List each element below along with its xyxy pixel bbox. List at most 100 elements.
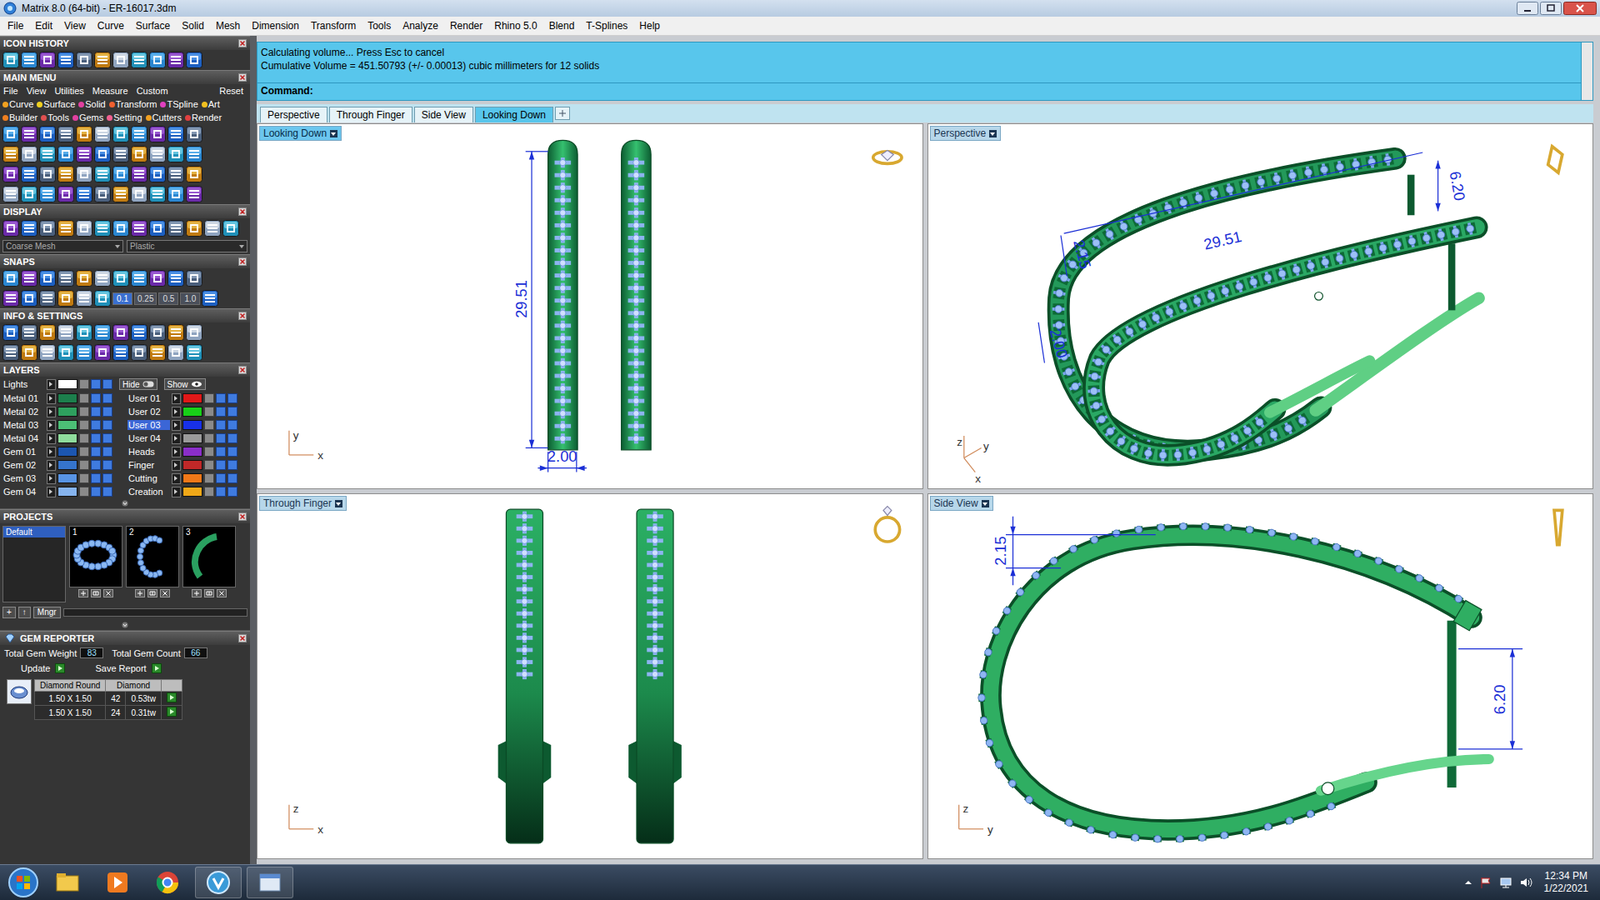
tool-icon[interactable] [112,145,130,163]
tool-icon[interactable] [39,125,56,143]
tool-icon[interactable] [112,344,130,361]
layer-color[interactable] [57,473,78,484]
maximize-icon[interactable] [1540,1,1562,15]
select-icon[interactable] [227,393,238,404]
tool-icon[interactable] [167,185,185,203]
project-button[interactable]: Mngr [33,606,61,619]
clock[interactable]: 12:34 PM1/22/2021 [1539,870,1594,895]
visibility-icon[interactable] [90,446,101,457]
select-icon[interactable] [227,406,238,417]
menu-item[interactable]: File [1,18,30,34]
viewport-scene[interactable]: 29.516.202.152.00zyx [928,124,1594,489]
volume-icon[interactable] [1519,875,1533,890]
expand-icon[interactable] [171,406,181,418]
command-prompt[interactable]: Command: [257,82,1581,100]
tool-icon[interactable] [112,125,130,143]
layer-color[interactable] [182,393,203,404]
taskbar-app[interactable] [95,867,140,898]
category-item[interactable]: Curve [2,99,34,110]
visibility-icon[interactable] [90,486,101,497]
close-window-icon[interactable] [1563,1,1597,15]
snap-step[interactable]: 1.0 [180,292,200,305]
category-item[interactable]: Surface [36,99,75,110]
category-item[interactable]: Art [201,99,220,110]
viewport-label[interactable]: Perspective [930,125,1002,141]
lock-icon[interactable] [79,446,90,457]
delete-icon[interactable] [160,589,170,598]
tool-icon[interactable] [130,185,148,203]
expand-icon[interactable] [46,433,56,445]
mesh-dropdown[interactable]: Coarse Mesh [2,240,124,253]
view-tab[interactable]: Perspective [260,106,328,123]
expand-icon[interactable] [171,446,181,458]
add-icon[interactable] [78,589,89,598]
tool-icon[interactable] [39,165,56,183]
project-scrollbar[interactable] [63,608,248,617]
tool-icon[interactable] [112,51,130,69]
tool-icon[interactable] [20,324,38,341]
menu-item[interactable]: Solid [175,18,210,34]
select-icon[interactable] [102,446,113,457]
tool-icon[interactable] [94,165,111,183]
layer-color[interactable] [182,486,203,497]
tool-icon[interactable] [2,324,20,341]
tool-icon[interactable] [149,165,166,183]
expand-icon[interactable] [171,460,181,471]
tool-icon[interactable] [75,165,93,183]
tool-icon[interactable] [149,185,166,203]
tool-icon[interactable] [57,125,75,143]
tool-icon[interactable] [39,51,56,69]
tool-icon[interactable] [112,165,130,183]
select-icon[interactable] [102,486,113,497]
close-icon[interactable] [238,207,247,216]
minimize-icon[interactable] [1516,1,1539,15]
tool-icon[interactable] [94,51,111,69]
tool-icon[interactable] [20,220,38,237]
viewport-label[interactable]: Through Finger [259,495,347,511]
snap-step[interactable]: 0.5 [158,292,179,305]
tool-icon[interactable] [112,220,130,237]
tool-icon[interactable] [75,125,93,143]
lock-icon[interactable] [204,406,215,417]
menu-item[interactable]: Dimension [245,18,305,34]
tool-icon[interactable] [75,344,93,361]
add-icon[interactable] [191,589,202,598]
lock-icon[interactable] [79,433,90,444]
layer-row[interactable]: Gem 04 [2,485,128,499]
category-item[interactable]: Cutters [145,112,182,123]
flag-icon[interactable] [1479,875,1493,890]
tool-icon[interactable] [130,145,148,163]
tool-icon[interactable] [20,125,38,143]
expand-icon[interactable] [46,393,56,405]
project-thumb[interactable]: 2 [125,525,180,588]
reset-button[interactable]: Reset [219,85,247,96]
select-icon[interactable] [102,379,113,390]
category-item[interactable]: Transform [109,99,158,110]
hide-button[interactable]: Hide [119,378,158,390]
tool-icon[interactable] [39,220,56,237]
lock-icon[interactable] [204,446,215,457]
save-report-button[interactable]: Save Report [95,663,146,674]
layer-row[interactable]: Metal 03 [2,418,128,432]
visibility-icon[interactable] [215,473,226,484]
menu-item[interactable]: Help [633,18,666,34]
tool-icon[interactable] [94,220,111,237]
tool-icon[interactable] [94,324,111,341]
snap-step[interactable]: 0.1 [112,292,133,305]
menu-item[interactable]: Edit [29,18,59,34]
layer-row[interactable]: User 04 [127,431,250,445]
layer-color[interactable] [57,379,78,390]
visibility-icon[interactable] [90,393,101,404]
project-button[interactable]: ↑ [18,606,31,619]
menu-item[interactable]: Render [444,18,489,34]
layer-color[interactable] [182,420,203,430]
add-tab-icon[interactable] [555,106,570,120]
select-icon[interactable] [227,486,238,497]
grid-icon[interactable] [90,589,101,598]
layer-color[interactable] [182,433,203,444]
tool-icon[interactable] [130,344,148,361]
menu-item[interactable]: View [58,18,92,34]
tool-icon[interactable] [94,185,111,203]
close-icon[interactable] [238,311,247,320]
tool-icon[interactable] [149,145,166,163]
